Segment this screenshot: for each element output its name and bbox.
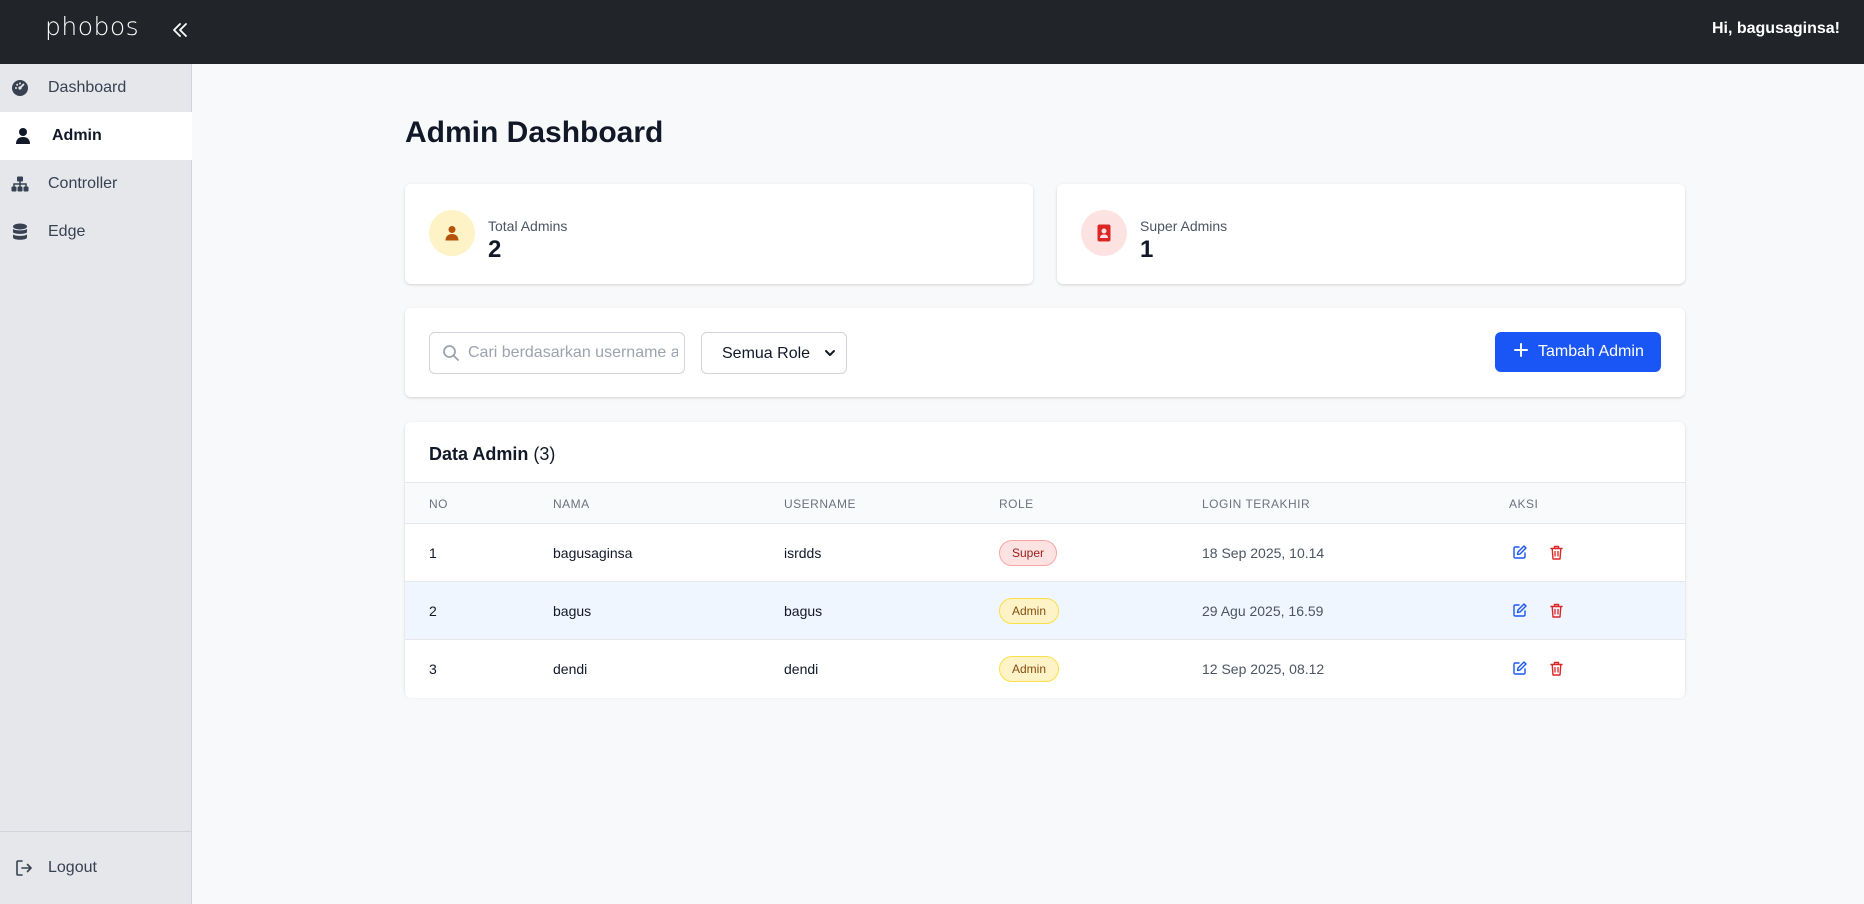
- column-header-no: NO: [429, 497, 448, 511]
- user-icon: [13, 126, 33, 146]
- search-icon: [443, 345, 459, 361]
- table-count: (3): [533, 444, 556, 464]
- double-chevron-left-icon: [173, 23, 187, 37]
- table-row[interactable]: 3 dendi dendi Admin 12 Sep 2025, 08.12: [405, 640, 1685, 698]
- role-badge-super: Super: [999, 540, 1058, 566]
- sidebar-item-admin[interactable]: Admin: [0, 112, 192, 160]
- cell-username: isrdds: [784, 545, 822, 561]
- stat-card-total-admins: Total Admins 2: [405, 184, 1033, 284]
- app-logo[interactable]: phobos: [45, 12, 139, 41]
- trash-icon: [1549, 545, 1563, 560]
- table-row[interactable]: 1 bagusaginsa isrdds Super 18 Sep 2025, …: [405, 524, 1685, 582]
- cell-no: 1: [429, 545, 437, 561]
- logout-button[interactable]: Logout: [0, 844, 192, 892]
- stat-label: Super Admins: [1140, 218, 1228, 234]
- dashboard-icon: [10, 78, 30, 98]
- cell-nama: bagus: [553, 603, 592, 619]
- sidebar-item-label: Admin: [52, 127, 102, 144]
- delete-button[interactable]: [1548, 660, 1564, 676]
- stat-card-super-admins: Super Admins 1: [1057, 184, 1685, 284]
- role-filter-select[interactable]: Semua Role: [701, 332, 847, 374]
- delete-button[interactable]: [1548, 544, 1564, 560]
- user-icon: [429, 210, 475, 256]
- sidebar-item-label: Edge: [48, 223, 86, 240]
- chevron-down-icon: [825, 350, 835, 356]
- cell-username: bagus: [784, 603, 823, 619]
- sidebar: Dashboard Admin Controller Edge Logout: [0, 64, 192, 904]
- admin-table-card: Data Admin (3) NO NAMA USERNAME ROLE LOG…: [405, 422, 1685, 698]
- column-header-nama: NAMA: [553, 497, 590, 511]
- plus-icon: [1514, 343, 1528, 357]
- collapse-sidebar-button[interactable]: [166, 16, 194, 44]
- column-header-username: USERNAME: [784, 497, 857, 511]
- sidebar-divider: [0, 831, 192, 832]
- edit-button[interactable]: [1512, 544, 1528, 560]
- sidebar-item-edge[interactable]: Edge: [0, 208, 192, 256]
- cell-username: dendi: [784, 661, 819, 677]
- page-title: Admin Dashboard: [405, 116, 664, 149]
- network-icon: [10, 174, 30, 194]
- role-badge-admin: Admin: [999, 656, 1060, 682]
- cell-no: 3: [429, 661, 437, 677]
- trash-icon: [1549, 661, 1563, 676]
- cell-nama: bagusaginsa: [553, 545, 633, 561]
- edit-icon: [1513, 603, 1527, 617]
- stat-value: 2: [488, 236, 502, 263]
- column-header-role: ROLE: [999, 497, 1034, 511]
- search-input[interactable]: [468, 341, 678, 365]
- stat-value: 1: [1140, 236, 1154, 263]
- cell-nama: dendi: [553, 661, 588, 677]
- user-greeting: Hi, bagusaginsa!: [1711, 20, 1840, 37]
- cell-login-terakhir: 18 Sep 2025, 10.14: [1202, 545, 1325, 561]
- delete-button[interactable]: [1548, 602, 1564, 618]
- sidebar-item-dashboard[interactable]: Dashboard: [0, 64, 192, 112]
- edit-button[interactable]: [1512, 602, 1528, 618]
- cell-login-terakhir: 12 Sep 2025, 08.12: [1202, 661, 1325, 677]
- sidebar-item-controller[interactable]: Controller: [0, 160, 192, 208]
- role-filter-value: Semua Role: [722, 345, 811, 362]
- table-title: Data Admin (3): [429, 444, 555, 465]
- logout-label: Logout: [48, 859, 97, 876]
- cell-no: 2: [429, 603, 437, 619]
- add-admin-button[interactable]: Tambah Admin: [1495, 332, 1661, 372]
- edit-button[interactable]: [1512, 660, 1528, 676]
- trash-icon: [1549, 603, 1563, 618]
- top-bar: phobos Hi, bagusaginsa!: [0, 0, 1864, 64]
- add-admin-label: Tambah Admin: [1538, 343, 1644, 360]
- sidebar-item-label: Controller: [48, 175, 118, 192]
- search-field[interactable]: [429, 332, 685, 374]
- table-title-text: Data Admin: [429, 444, 529, 464]
- database-icon: [10, 222, 30, 242]
- table-header: NO NAMA USERNAME ROLE LOGIN TERAKHIR AKS…: [405, 482, 1685, 524]
- id-badge-icon: [1081, 210, 1127, 256]
- table-row[interactable]: 2 bagus bagus Admin 29 Agu 2025, 16.59: [405, 582, 1685, 640]
- stat-label: Total Admins: [488, 218, 568, 234]
- edit-icon: [1513, 661, 1527, 675]
- edit-icon: [1513, 545, 1527, 559]
- sidebar-item-label: Dashboard: [48, 79, 127, 96]
- cell-login-terakhir: 29 Agu 2025, 16.59: [1202, 603, 1324, 619]
- column-header-login-terakhir: LOGIN TERAKHIR: [1202, 497, 1311, 511]
- filter-bar: Semua Role Tambah Admin: [405, 308, 1685, 397]
- role-badge-admin: Admin: [999, 598, 1060, 624]
- column-header-aksi: AKSI: [1509, 497, 1539, 511]
- logout-icon: [14, 858, 34, 878]
